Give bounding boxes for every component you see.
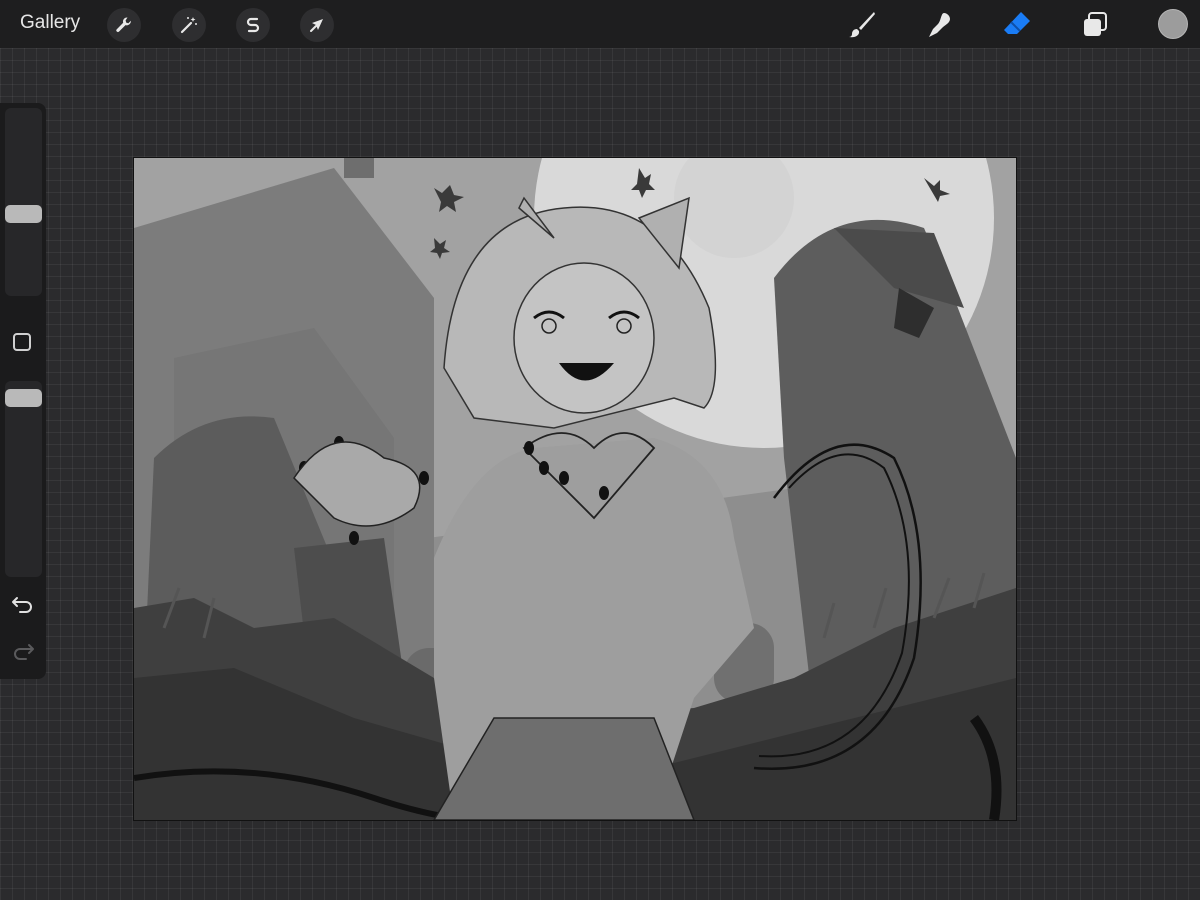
color-picker-swatch[interactable]	[1158, 9, 1188, 39]
selection-s-icon	[246, 17, 260, 33]
layers-icon	[1084, 12, 1107, 36]
gallery-button[interactable]: Gallery	[20, 12, 80, 34]
smudge-icon	[929, 13, 950, 37]
brush-size-slider[interactable]	[5, 108, 42, 296]
opacity-handle[interactable]	[5, 389, 42, 407]
brush-icon	[849, 12, 875, 38]
redo-icon	[14, 644, 34, 660]
adjustments-button[interactable]	[172, 8, 206, 42]
wrench-icon	[116, 17, 131, 32]
drawing-canvas[interactable]	[133, 157, 1017, 821]
redo-button[interactable]	[10, 640, 36, 662]
selection-button[interactable]	[236, 8, 270, 42]
magic-wand-icon	[180, 17, 197, 34]
modify-button[interactable]	[13, 333, 31, 351]
eraser-icon	[1004, 12, 1030, 34]
actions-button[interactable]	[107, 8, 141, 42]
undo-icon	[12, 597, 32, 613]
undo-button[interactable]	[10, 593, 36, 615]
top-toolbar: Gallery	[0, 0, 1200, 48]
left-sidebar	[0, 103, 46, 679]
brush-size-handle[interactable]	[5, 205, 42, 223]
artwork	[134, 158, 1016, 820]
smudge-tool-button[interactable]	[922, 8, 956, 42]
eraser-tool-button[interactable]	[1000, 8, 1034, 42]
transform-button[interactable]	[300, 8, 334, 42]
layers-button[interactable]	[1078, 8, 1112, 42]
brush-tool-button[interactable]	[845, 8, 879, 42]
arrow-cursor-icon	[310, 19, 323, 32]
opacity-slider[interactable]	[5, 381, 42, 577]
